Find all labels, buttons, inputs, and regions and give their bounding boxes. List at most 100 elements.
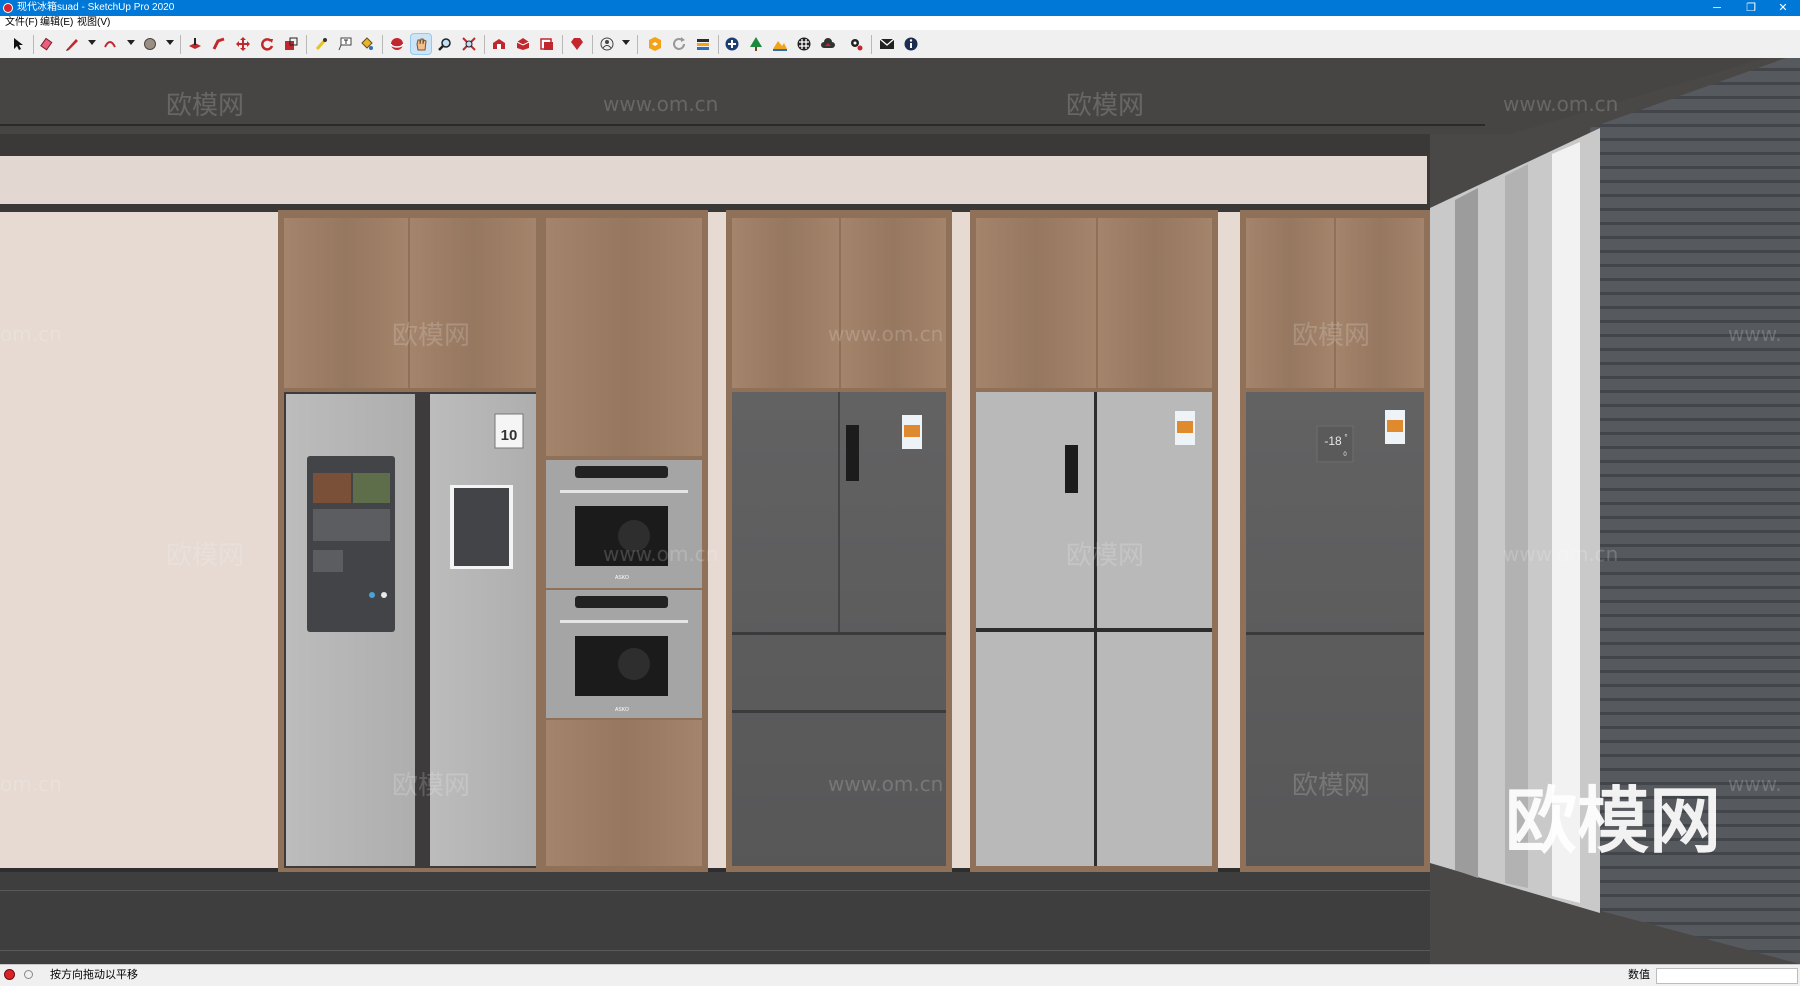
watermark: www. xyxy=(1728,772,1782,796)
pencil-icon xyxy=(66,39,78,51)
move-tool-button[interactable] xyxy=(233,34,253,54)
rotate-tool-button[interactable] xyxy=(257,34,277,54)
account-button[interactable] xyxy=(597,34,617,54)
follow-me-icon xyxy=(212,37,225,50)
drawer-gap xyxy=(732,632,946,635)
push-pull-icon xyxy=(189,38,201,49)
toolbar-separator xyxy=(718,35,719,54)
hand-pan-icon xyxy=(416,38,427,51)
upper-cabinet-door xyxy=(841,218,946,388)
menu-file[interactable]: 文件(F) xyxy=(5,16,38,30)
geo-status-icon[interactable] xyxy=(4,969,15,980)
push-pull-tool-button[interactable] xyxy=(185,34,205,54)
geo-location-button[interactable] xyxy=(645,34,665,54)
mail-icon xyxy=(880,38,894,49)
upper-cabinet-door xyxy=(732,218,839,388)
orbit-tool-button[interactable] xyxy=(387,34,407,54)
info-status-icon[interactable] xyxy=(24,970,33,979)
arc-tool-button[interactable] xyxy=(100,34,120,54)
model-viewport[interactable]: 场景 xyxy=(0,58,1800,964)
watermark: om.cn xyxy=(0,322,62,346)
toolbar-separator xyxy=(871,35,872,54)
tag-button[interactable] xyxy=(693,34,713,54)
zoom-extents-tool-button[interactable] xyxy=(459,34,479,54)
water-dispenser-bay xyxy=(454,488,509,566)
line-dropdown-caret[interactable] xyxy=(88,40,96,45)
menu-bar: 文件(F) 编辑(E) 视图(V) xyxy=(0,16,1800,30)
menu-edit[interactable]: 编辑(E) xyxy=(40,16,73,30)
watermark: 欧模网 xyxy=(1292,321,1370,351)
restore-button[interactable]: ❐ xyxy=(1734,0,1768,16)
energy-label-band xyxy=(1177,421,1193,433)
toolbar-separator xyxy=(637,35,638,54)
energy-label-number: 10 xyxy=(501,427,518,444)
cloud-button[interactable] xyxy=(818,34,838,54)
account-dropdown-caret[interactable] xyxy=(622,40,630,45)
ruby-icon xyxy=(571,38,583,50)
upper-cabinet-door xyxy=(1098,218,1212,388)
geo-location-icon xyxy=(649,37,661,51)
landscape-button[interactable] xyxy=(770,34,790,54)
close-button[interactable]: ✕ xyxy=(1766,0,1800,16)
toolbar-separator xyxy=(33,35,34,54)
scale-tool-button[interactable] xyxy=(281,34,301,54)
add-button[interactable] xyxy=(722,34,742,54)
menu-view[interactable]: 视图(V) xyxy=(77,16,110,30)
title-bar: 现代冰箱suad - SketchUp Pro 2020 ─ ❐ ✕ xyxy=(0,0,1800,16)
layout-button[interactable] xyxy=(537,34,557,54)
plus-circle-icon xyxy=(725,37,739,51)
checker-button[interactable] xyxy=(794,34,814,54)
toolbar-separator xyxy=(592,35,593,54)
follow-me-tool-button[interactable] xyxy=(209,34,229,54)
status-hint-text: 按方向拖动以平移 xyxy=(50,969,138,981)
tape-measure-tool-button[interactable] xyxy=(311,34,331,54)
oven-brand-label: ASKO xyxy=(615,575,629,581)
upper-cabinet-door xyxy=(1246,218,1334,388)
text-tool-button[interactable] xyxy=(335,34,355,54)
scale-icon xyxy=(285,37,298,50)
watermark: 欧模网 xyxy=(392,771,470,801)
screen-photo xyxy=(353,473,390,503)
line-tool-button[interactable] xyxy=(62,34,82,54)
select-tool-button[interactable] xyxy=(8,34,28,54)
shapes-tool-button[interactable] xyxy=(140,34,160,54)
arc-dropdown-caret[interactable] xyxy=(127,40,135,45)
extension-warehouse-button[interactable] xyxy=(513,34,533,54)
ruby-console-button[interactable] xyxy=(567,34,587,54)
zoom-tool-button[interactable] xyxy=(435,34,455,54)
arc-icon xyxy=(104,41,116,48)
watermark: www.om.cn xyxy=(1503,542,1618,566)
sketchup-logo-icon xyxy=(3,3,13,13)
paint-bucket-icon xyxy=(361,37,373,50)
screen-widget xyxy=(313,550,343,572)
screen-dot xyxy=(369,592,375,598)
oven-fan xyxy=(618,648,650,680)
paint-bucket-tool-button[interactable] xyxy=(357,34,377,54)
shapes-dropdown-caret[interactable] xyxy=(166,40,174,45)
pan-tool-button[interactable] xyxy=(410,33,432,55)
3d-warehouse-button[interactable] xyxy=(489,34,509,54)
minimize-button[interactable]: ─ xyxy=(1700,0,1734,16)
watermark: 欧模网 xyxy=(166,91,244,121)
tree-icon xyxy=(750,37,762,51)
checker-icon xyxy=(797,37,811,51)
landscape-icon xyxy=(773,41,787,51)
oven-brand-label: ASKO xyxy=(615,707,629,713)
measurements-input[interactable] xyxy=(1656,968,1798,984)
screen-widget xyxy=(313,509,390,541)
oven-handle xyxy=(560,620,688,623)
tree-button[interactable] xyxy=(746,34,766,54)
mail-button[interactable] xyxy=(877,34,897,54)
info-button[interactable] xyxy=(901,34,921,54)
refresh-icon xyxy=(673,37,685,50)
oven-lower-panel xyxy=(546,720,702,866)
watermark: 欧模网 xyxy=(1292,771,1370,801)
zoom-extents-icon xyxy=(462,37,476,51)
watermark: www. xyxy=(1728,322,1782,346)
eraser-icon xyxy=(40,37,53,51)
cloud-upload-icon xyxy=(821,38,835,48)
refresh-button[interactable] xyxy=(669,34,689,54)
oven-control-strip xyxy=(575,596,668,608)
eraser-tool-button[interactable] xyxy=(37,34,57,54)
settings-button[interactable] xyxy=(846,34,866,54)
